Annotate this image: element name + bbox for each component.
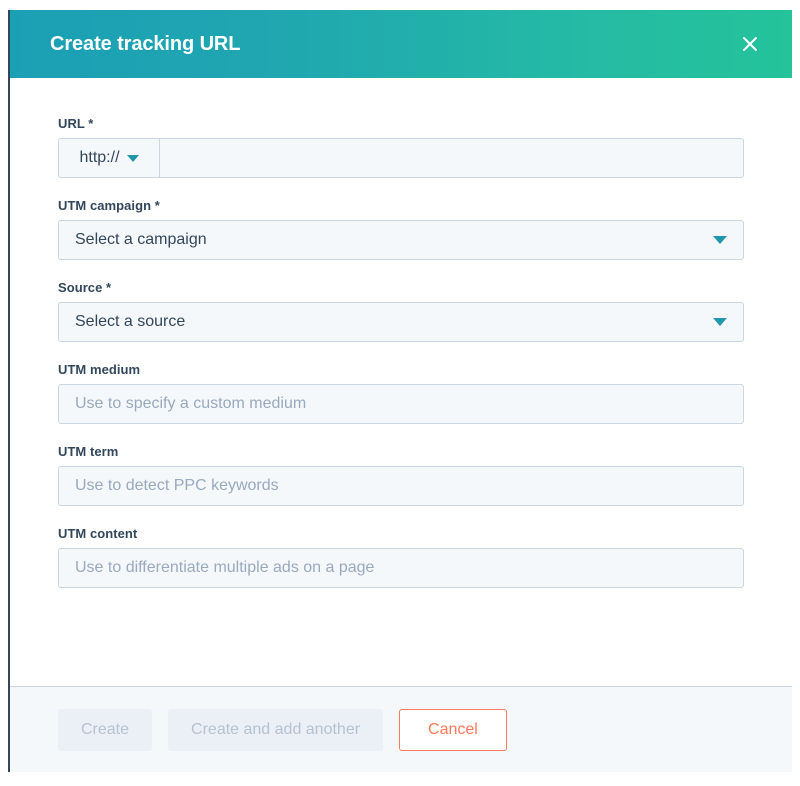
source-select[interactable]: Select a source <box>58 302 744 342</box>
field-label-utm-medium: UTM medium <box>58 362 141 377</box>
chevron-down-icon <box>713 236 727 244</box>
create-tracking-url-modal: Create tracking URL URL * http:// UTM ca… <box>8 10 792 772</box>
chevron-down-icon <box>126 154 139 162</box>
utm-content-input[interactable] <box>58 548 744 588</box>
utm-campaign-select[interactable]: Select a campaign <box>58 220 744 260</box>
utm-term-input[interactable] <box>58 466 744 506</box>
page-title: Create tracking URL <box>50 33 241 55</box>
field-label-utm-term: UTM term <box>58 444 119 459</box>
field-url: URL * http:// <box>58 116 744 178</box>
utm-medium-input[interactable] <box>58 384 744 424</box>
field-label-utm-content: UTM content <box>58 526 138 541</box>
field-utm-term: UTM term <box>58 444 744 506</box>
field-source: Source * Select a source <box>58 280 744 342</box>
url-input[interactable] <box>159 138 744 178</box>
cancel-button[interactable]: Cancel <box>399 708 507 751</box>
field-utm-medium: UTM medium <box>58 362 744 424</box>
field-utm-campaign: UTM campaign * Select a campaign <box>58 198 744 260</box>
modal-body: URL * http:// UTM campaign * Select a ca… <box>10 78 792 686</box>
field-label-source: Source * <box>58 280 112 295</box>
url-input-group: http:// <box>58 138 744 178</box>
field-label-utm-campaign: UTM campaign * <box>58 198 160 213</box>
modal-header: Create tracking URL <box>10 10 792 78</box>
url-protocol-dropdown[interactable]: http:// <box>58 138 159 178</box>
close-icon[interactable] <box>736 30 764 58</box>
modal-footer: Create Create and add another Cancel <box>10 686 792 772</box>
field-label-url: URL * <box>58 116 94 131</box>
field-utm-content: UTM content <box>58 526 744 588</box>
screen: Create tracking URL URL * http:// UTM ca… <box>0 0 800 786</box>
create-button[interactable]: Create <box>58 708 153 751</box>
chevron-down-icon <box>713 318 727 326</box>
url-protocol-value: http:// <box>79 149 120 166</box>
utm-campaign-value: Select a campaign <box>75 231 207 248</box>
create-and-add-another-button[interactable]: Create and add another <box>168 708 384 751</box>
source-value: Select a source <box>75 313 186 330</box>
